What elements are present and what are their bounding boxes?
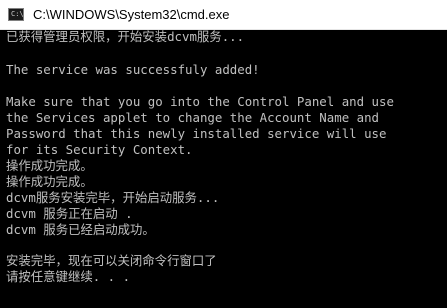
window-title: C:\WINDOWS\System32\cmd.exe xyxy=(33,7,230,22)
console-line: 安装完毕，现在可以关闭命令行窗口了 xyxy=(6,253,217,268)
console-line: 已获得管理员权限，开始安装dcvm服务... xyxy=(6,30,245,44)
console-line: Password that this newly installed servi… xyxy=(6,126,387,141)
console-line: dcvm 服务正在启动 . xyxy=(6,206,133,221)
title-bar[interactable]: C:\ C:\WINDOWS\System32\cmd.exe xyxy=(0,0,447,30)
console-line: dcvm服务安装完毕，开始启动服务... xyxy=(6,190,220,205)
console-line: 操作成功完成。 xyxy=(6,158,93,173)
console-line: 操作成功完成。 xyxy=(6,174,93,189)
cmd-icon[interactable]: C:\ xyxy=(8,8,24,21)
console-line: Make sure that you go into the Control P… xyxy=(6,94,394,109)
console-line: The service was successfuly added! xyxy=(6,62,260,77)
console-line: for its Security Context. xyxy=(6,142,193,157)
cmd-window: C:\ C:\WINDOWS\System32\cmd.exe 已获得管理员权限… xyxy=(0,0,447,308)
cmd-icon-prompt: C:\ xyxy=(11,10,24,18)
console-line: 请按任意键继续. . . xyxy=(6,269,131,284)
console-line: dcvm 服务已经启动成功。 xyxy=(6,222,155,237)
console-line: the Services applet to change the Accoun… xyxy=(6,110,379,125)
console-output[interactable]: 已获得管理员权限，开始安装dcvm服务... The service was s… xyxy=(0,30,447,308)
